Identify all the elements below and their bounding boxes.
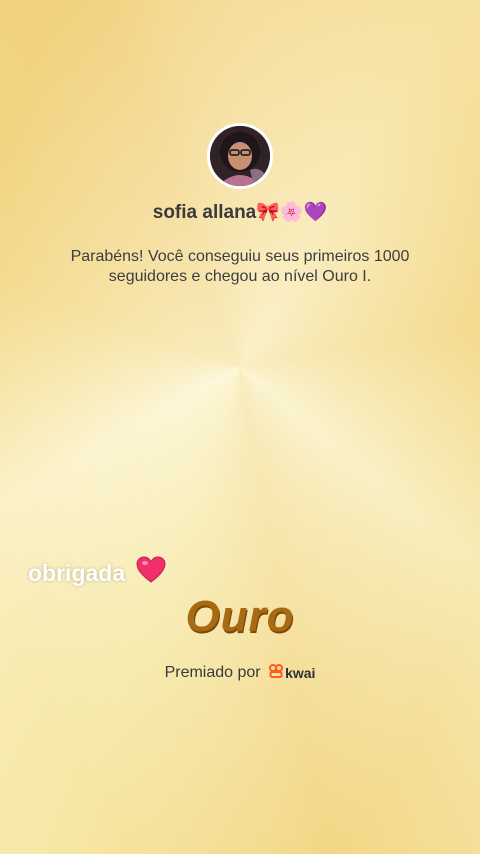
awarded-by: Premiado por kwai [0, 664, 480, 682]
avatar[interactable] [207, 123, 273, 189]
avatar-photo [210, 126, 270, 186]
kwai-brand[interactable]: kwai [269, 664, 315, 681]
congratulations-message: Parabéns! Você conseguiu seus primeiros … [70, 248, 410, 285]
username-emojis: 🎀🌸💜 [256, 201, 328, 223]
awarded-by-label: Premiado por [164, 664, 261, 681]
kwai-logo-icon [269, 664, 284, 681]
caption-sticker[interactable]: obrigada [28, 556, 166, 592]
heart-icon [136, 556, 166, 590]
gold-level-screen: { "profile": { "username": "sofia allana… [0, 0, 480, 854]
level-title: Ouro [185, 592, 295, 641]
kwai-brand-text: kwai [285, 664, 316, 681]
username: sofia allana🎀🌸💜 [0, 200, 480, 224]
caption-text: obrigada [28, 560, 126, 587]
username-text: sofia allana [152, 202, 257, 223]
